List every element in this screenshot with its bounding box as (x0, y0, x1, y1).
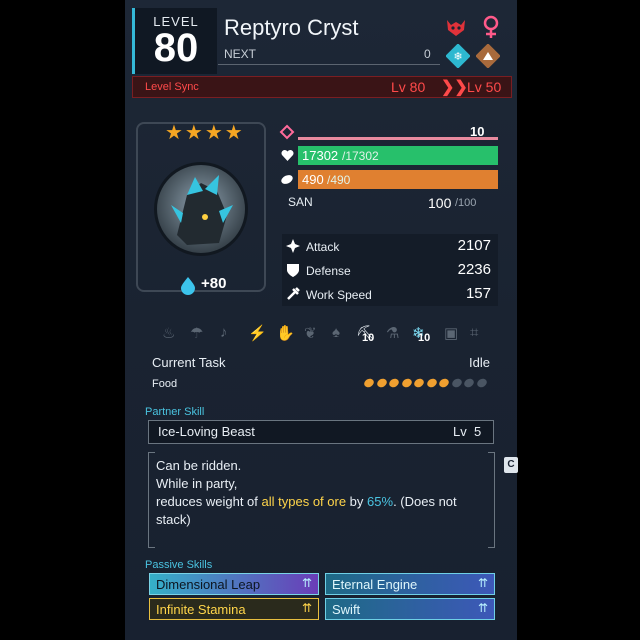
level-box: LEVEL 80 (132, 8, 217, 74)
next-exp-row: NEXT 0 (218, 44, 440, 65)
partner-skill-description: Can be ridden. While in party, reduces w… (148, 454, 494, 546)
attack-icon (286, 239, 300, 253)
next-value: 0 (424, 47, 431, 61)
sp-max: /490 (327, 173, 351, 187)
stomach-icon (281, 175, 293, 184)
rank-stars: ★★★★ (165, 122, 245, 144)
trust-bar (298, 137, 498, 140)
rank-up-icon: ⇈ (301, 601, 312, 615)
desc-highlight-percent: 65% (367, 494, 394, 509)
work-speed-icon (287, 287, 300, 300)
current-task-value: Idle (469, 355, 490, 370)
partner-skill-level: Lv 5 (453, 424, 482, 439)
passive-skill-4[interactable]: Swift ⇈ (325, 598, 495, 620)
level-sync-from: Lv 80 (391, 79, 426, 95)
ice-element-icon: ❄ (446, 44, 470, 68)
transporting-icon: ▣ (444, 325, 459, 342)
attack-label: Attack (306, 240, 340, 254)
passive-skill-1[interactable]: Dimensional Leap ⇈ (149, 573, 319, 595)
ground-element-icon (476, 44, 500, 68)
workspeed-value: 157 (465, 285, 491, 302)
partner-skill-name: Ice-Loving Beast (158, 424, 255, 439)
mining-level: 10 (362, 332, 375, 344)
name-box: Reptyro Cryst (218, 12, 512, 42)
desc-text: . (Does not (393, 494, 457, 509)
rank-up-icon: ⇈ (301, 576, 312, 590)
svg-text:❄: ❄ (453, 50, 462, 63)
rank-up-icon: ⇈ (477, 576, 488, 590)
condense-level: +80 (201, 275, 227, 292)
female-icon (483, 15, 499, 38)
medicine-icon: ⚗ (386, 325, 400, 342)
desc-line-3: reduces weight of all types of ore by 65… (156, 493, 486, 511)
farming-icon: ⌗ (470, 324, 479, 341)
rank-up-icon: ⇈ (477, 601, 488, 615)
work-suitability-row: ♨ ☂ ♪ ⚡ ✋ ❦ ♠ ⛏ 10 ⚗ ❄ 10 ▣ ⌗ (150, 320, 500, 348)
passive-skill-2[interactable]: Eternal Engine ⇈ (325, 573, 495, 595)
lumbering-icon: ♠ (332, 324, 340, 341)
planting-icon: ♪ (220, 324, 228, 341)
side-tab-button[interactable]: C (504, 457, 518, 473)
level-sync-arrow-icon: ❯❯ (441, 79, 468, 96)
food-label: Food (152, 378, 178, 390)
workspeed-label: Work Speed (306, 288, 372, 302)
defense-label: Defense (306, 264, 351, 278)
handiwork-icon: ✋ (276, 325, 295, 342)
defense-value: 2236 (457, 261, 491, 278)
watering-icon: ☂ (190, 325, 204, 342)
partner-skill-title: Partner Skill (145, 406, 205, 418)
kindling-icon: ♨ (162, 325, 176, 342)
partner-skill-box[interactable]: Ice-Loving Beast Lv 5 (148, 420, 494, 444)
desc-line-1: Can be ridden. (156, 458, 242, 473)
pal-name: Reptyro Cryst (224, 15, 359, 40)
desc-text: by (346, 494, 368, 509)
alpha-icon (447, 20, 465, 36)
desc-line-2: While in party, (156, 476, 238, 491)
hp-current: 17302 (302, 148, 339, 163)
sp-bar: 490 /490 (298, 170, 498, 189)
level-sync-to: Lv 50 (467, 79, 502, 95)
passive-skill-name: Infinite Stamina (156, 602, 246, 617)
passive-skill-name: Swift (332, 602, 361, 617)
current-task-label: Current Task (152, 355, 226, 370)
attack-value: 2107 (457, 237, 491, 254)
pal-avatar (154, 162, 248, 256)
passive-skill-name: Dimensional Leap (156, 577, 261, 592)
defense-icon (287, 264, 299, 277)
level-value: 80 (153, 26, 199, 70)
desc-text: reduces weight of (156, 494, 262, 509)
level-sync-label: Level Sync (145, 81, 199, 93)
cooling-level: 10 (418, 332, 431, 344)
trust-icon (279, 124, 295, 140)
san-label: SAN (288, 195, 313, 209)
trust-value: 10 (470, 124, 485, 139)
level-sync-bar: Level Sync Lv 80 ❯❯ Lv 50 (132, 76, 512, 98)
passive-skill-3[interactable]: Infinite Stamina ⇈ (149, 598, 319, 620)
passive-skill-name: Eternal Engine (332, 577, 418, 592)
next-label: NEXT (224, 47, 257, 61)
generating-icon: ⚡ (248, 325, 267, 342)
gathering-icon: ❦ (304, 325, 317, 342)
desc-line-4: stack) (156, 512, 191, 527)
pal-portrait-icon (171, 175, 233, 245)
hp-bar: 17302 /17302 (298, 146, 498, 165)
hp-max: /17302 (342, 149, 379, 163)
passive-skills-title: Passive Skills (145, 559, 213, 571)
desc-highlight-ore: all types of ore (261, 494, 347, 509)
sp-current: 490 (302, 172, 324, 187)
san-current: 100 (428, 195, 452, 211)
san-max: /100 (455, 197, 477, 209)
condenser-icon (181, 277, 195, 295)
heart-icon (281, 149, 294, 161)
